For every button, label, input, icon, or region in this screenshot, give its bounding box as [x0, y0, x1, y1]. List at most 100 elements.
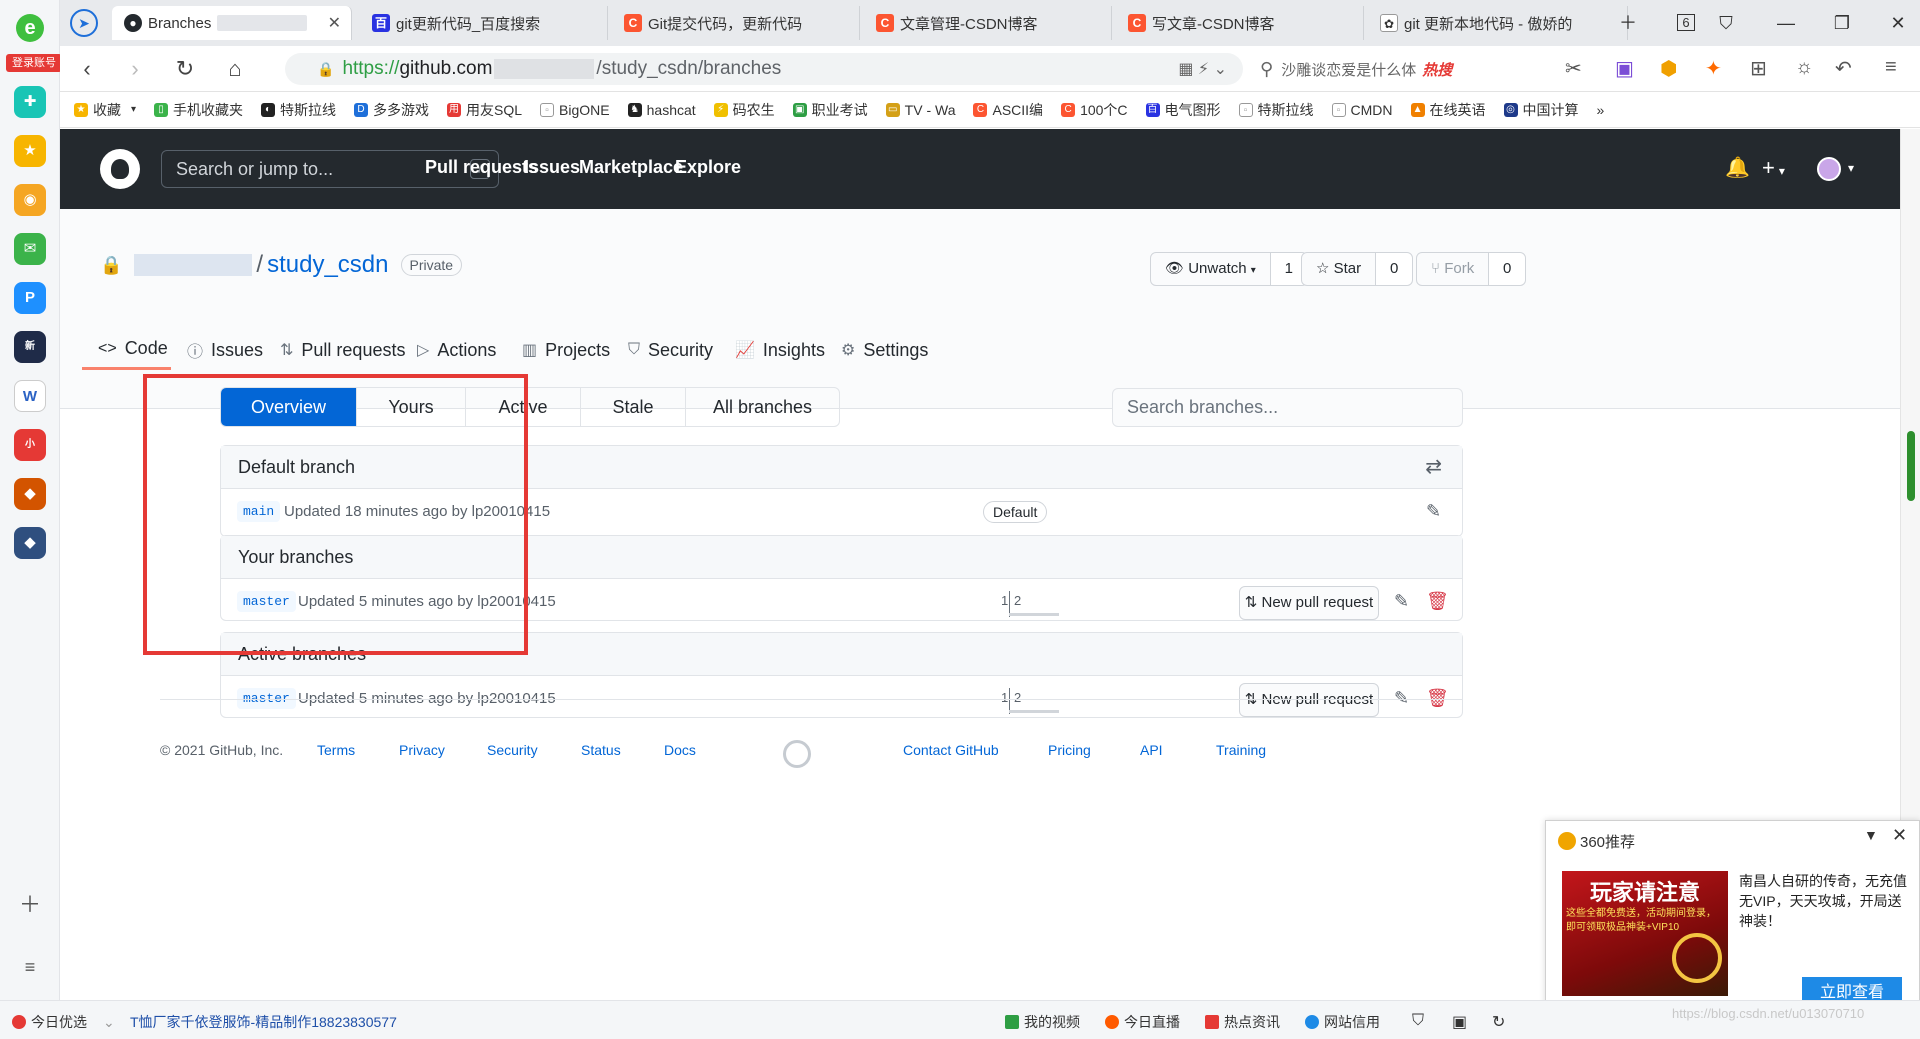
status-hot-news[interactable]: 热点资讯	[1205, 1012, 1280, 1032]
shield-extension-icon[interactable]: ⬢	[1660, 56, 1677, 81]
star-button[interactable]: ☆ Star 0	[1301, 252, 1414, 286]
footer-link-contact[interactable]: Contact GitHub	[903, 742, 999, 758]
delete-branch-trash-icon[interactable]: 🗑	[1426, 591, 1449, 612]
sidebar-app-plus-icon[interactable]: ✚	[14, 86, 46, 118]
tab-git-commit[interactable]: C Git提交代码，更新代码	[612, 6, 860, 40]
reload-icon[interactable]: ↻	[170, 54, 200, 84]
tab-security[interactable]: ⛉ Security	[628, 330, 713, 370]
sidebar-menu-icon[interactable]: ≡	[18, 955, 42, 979]
avatar-dropdown-caret-icon[interactable]: ▾	[1848, 161, 1854, 175]
close-window-icon[interactable]: ✕	[1883, 8, 1913, 38]
game-extension-icon[interactable]: ✦	[1705, 56, 1722, 81]
bookmark-item[interactable]: ▫ CMDN	[1331, 102, 1393, 118]
scrollbar-thumb[interactable]	[1907, 431, 1915, 501]
fork-button[interactable]: ⑂ Fork 0	[1416, 252, 1527, 286]
repo-owner-redacted[interactable]	[134, 254, 253, 276]
nav-issues[interactable]: Issues	[524, 157, 580, 178]
bookmark-item[interactable]: ▭ TV - Wa	[885, 102, 955, 118]
sidebar-weibo-icon[interactable]: ◉	[14, 184, 46, 216]
tab-article-manage[interactable]: C 文章管理-CSDN博客	[864, 6, 1112, 40]
shield-status-icon[interactable]: ⛉	[1412, 1012, 1424, 1030]
popup-close-icon[interactable]: ✕	[1892, 825, 1907, 846]
tab-issues[interactable]: ⓘ Issues	[187, 330, 263, 370]
footer-link-terms[interactable]: Terms	[317, 742, 355, 758]
tab-pull-requests[interactable]: ⇅ Pull requests	[280, 330, 405, 370]
back-icon[interactable]: ‹	[72, 54, 102, 84]
footer-link-privacy[interactable]: Privacy	[399, 742, 445, 758]
sync-status-icon[interactable]: ↻	[1492, 1012, 1505, 1032]
sidebar-news-app-icon[interactable]: 新	[14, 331, 46, 363]
footer-link-status[interactable]: Status	[581, 742, 621, 758]
image-status-icon[interactable]: ▣	[1452, 1012, 1467, 1032]
filter-stale[interactable]: Stale	[581, 388, 686, 426]
tab-baidu-search[interactable]: 百 git更新代码_百度搜索	[360, 6, 608, 40]
browser-nav-compass-icon[interactable]: ➤	[70, 6, 100, 40]
browser-menu-icon[interactable]: ≡	[1885, 56, 1897, 79]
status-daily-picks[interactable]: 今日优选 ⌄	[12, 1012, 115, 1032]
close-tab-icon[interactable]: ✕	[316, 13, 341, 33]
address-bar[interactable]: 🔒 https:// github.com /study_csdn/branch…	[285, 53, 1243, 85]
tab-projects[interactable]: ▥ Projects	[522, 330, 610, 370]
bookmark-item[interactable]: ▫ BigONE	[540, 102, 610, 118]
address-bar-tools-icon[interactable]: ▦ ⚡ ⌄	[1178, 59, 1227, 79]
status-site-credit[interactable]: 网站信用	[1305, 1012, 1380, 1032]
unwatch-button[interactable]: 👁 Unwatch ▾ 1	[1150, 252, 1308, 286]
footer-link-docs[interactable]: Docs	[664, 742, 696, 758]
shirt-skin-icon[interactable]: ⛉	[1711, 8, 1741, 38]
browser-logo[interactable]: e 登录账号	[6, 14, 62, 72]
bookmark-item[interactable]: C ASCII编	[973, 100, 1043, 120]
nav-pull-requests[interactable]: Pull requests	[425, 157, 538, 178]
popup-collapse-icon[interactable]: ▼	[1864, 827, 1878, 843]
footer-link-training[interactable]: Training	[1216, 742, 1266, 758]
browser-search-box[interactable]: ⚲ 沙雕谈恋爱是什么体 热搜	[1260, 53, 1560, 85]
ad-image[interactable]: 玩家请注意 这些全都免费送，活动期间登录，即可领取极品神装+VIP10	[1562, 871, 1728, 996]
bookmark-item[interactable]: ▣ 职业考试	[792, 100, 868, 120]
github-footer-logo-icon[interactable]	[783, 740, 811, 768]
bookmark-item[interactable]: ◎ 中国计算	[1503, 100, 1579, 120]
bookmark-item[interactable]: ▫ 特斯拉线	[1238, 100, 1314, 120]
tab-branches[interactable]: ● Branches ✕	[112, 6, 352, 40]
footer-link-security[interactable]: Security	[487, 742, 538, 758]
sidebar-game2-app-icon[interactable]: ◆	[14, 527, 46, 559]
sidebar-favorites-star-icon[interactable]: ★	[14, 135, 46, 167]
nav-explore[interactable]: Explore	[675, 157, 741, 178]
rename-branch-pencil-icon[interactable]: ✎	[1394, 591, 1409, 612]
bookmark-item[interactable]: ♞ hashcat	[627, 102, 696, 118]
status-news-ticker[interactable]: T恤厂家千依登服饰-精品制作18823830577	[130, 1012, 397, 1032]
login-account-button[interactable]: 登录账号	[6, 54, 62, 72]
user-avatar[interactable]	[1817, 157, 1841, 181]
restore-icon[interactable]: ❐	[1827, 8, 1857, 38]
repo-name-link[interactable]: study_csdn	[267, 251, 388, 279]
tab-git-update[interactable]: ✿ git 更新本地代码 - 傲娇的	[1368, 6, 1628, 40]
new-pull-request-button[interactable]: ⇅ New pull request	[1239, 683, 1379, 717]
scissors-icon[interactable]: ✂	[1565, 56, 1582, 81]
status-live[interactable]: 今日直播	[1105, 1012, 1180, 1032]
bookmark-item[interactable]: ◐ 特斯拉线	[261, 100, 336, 120]
tab-code[interactable]: <> Code	[82, 330, 171, 370]
forks-count[interactable]: 0	[1489, 253, 1526, 285]
switch-default-branch-icon[interactable]: ⇄	[1425, 446, 1442, 488]
bookmark-item[interactable]: 用用友SQL	[447, 100, 522, 120]
bookmark-item[interactable]: ★ 收藏 ▾	[74, 100, 136, 120]
bookmark-item[interactable]: D 多多游戏	[354, 100, 429, 120]
footer-link-api[interactable]: API	[1140, 742, 1163, 758]
minimize-icon[interactable]: —	[1771, 8, 1801, 38]
notifications-bell-icon[interactable]: 🔔	[1725, 155, 1750, 180]
footer-link-pricing[interactable]: Pricing	[1048, 742, 1091, 758]
translate-icon[interactable]: ▣	[1615, 56, 1634, 81]
tab-actions[interactable]: ▷ Actions	[417, 330, 496, 370]
apps-grid-icon[interactable]: ⊞	[1750, 56, 1767, 81]
filter-all-branches[interactable]: All branches	[686, 388, 839, 426]
sidebar-mail-icon[interactable]: ✉	[14, 233, 46, 265]
branch-search-input[interactable]: Search branches...	[1112, 388, 1463, 427]
status-my-videos[interactable]: 我的视频	[1005, 1012, 1080, 1032]
sidebar-add-icon[interactable]: ＋	[18, 893, 42, 917]
tab-write-article[interactable]: C 写文章-CSDN博客	[1116, 6, 1364, 40]
sidebar-p-app-icon[interactable]: P	[14, 282, 46, 314]
forward-icon[interactable]: ›	[120, 54, 150, 84]
nav-marketplace[interactable]: Marketplace	[579, 157, 683, 178]
github-logo-icon[interactable]	[100, 149, 140, 189]
bookmarks-overflow-icon[interactable]: »	[1597, 102, 1605, 118]
sidebar-word-icon[interactable]: W	[14, 380, 46, 412]
stars-count[interactable]: 0	[1376, 253, 1413, 285]
